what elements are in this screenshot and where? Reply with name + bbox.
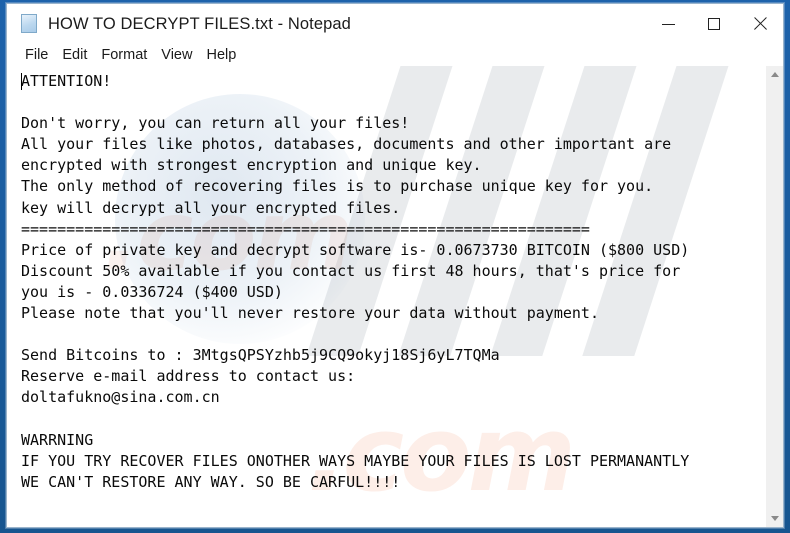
menu-item-help[interactable]: Help — [199, 46, 243, 65]
scroll-down-button[interactable] — [766, 510, 783, 527]
minimize-button[interactable] — [645, 4, 691, 44]
menu-item-format[interactable]: Format — [94, 46, 154, 65]
menu-item-file[interactable]: File — [18, 46, 55, 65]
vertical-scrollbar[interactable] — [765, 66, 783, 527]
scroll-down-arrow-icon — [770, 516, 779, 521]
notepad-window: HOW TO DECRYPT FILES.txt - Notepad File … — [6, 3, 784, 528]
menu-bar: File Edit Format View Help — [7, 44, 783, 66]
notepad-document-icon — [19, 13, 41, 35]
title-bar[interactable]: HOW TO DECRYPT FILES.txt - Notepad — [7, 4, 783, 44]
scroll-up-button[interactable] — [766, 66, 783, 83]
maximize-icon — [708, 18, 720, 30]
close-icon — [753, 17, 767, 31]
ransom-note-text[interactable]: ATTENTION! Don't worry, you can return a… — [7, 68, 765, 493]
minimize-icon — [661, 24, 675, 25]
maximize-button[interactable] — [691, 4, 737, 44]
menu-item-edit[interactable]: Edit — [55, 46, 94, 65]
desktop-background: HOW TO DECRYPT FILES.txt - Notepad File … — [0, 0, 790, 533]
editor-area: .com .com ATTENTION! Don't worry, you ca… — [7, 66, 783, 527]
scroll-up-arrow-icon — [770, 72, 779, 77]
window-title: HOW TO DECRYPT FILES.txt - Notepad — [48, 14, 351, 33]
menu-item-view[interactable]: View — [154, 46, 199, 65]
close-button[interactable] — [737, 4, 783, 44]
window-controls — [645, 4, 783, 44]
text-caret — [21, 73, 22, 90]
text-editor[interactable]: .com .com ATTENTION! Don't worry, you ca… — [7, 66, 765, 527]
